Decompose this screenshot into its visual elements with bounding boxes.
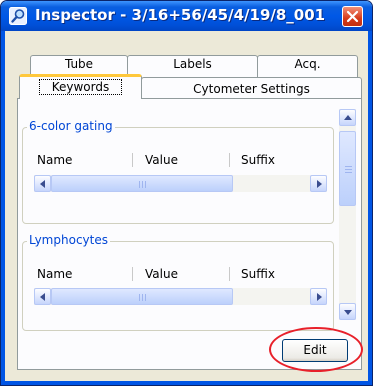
horizontal-scrollbar[interactable] <box>34 288 327 305</box>
arrow-left-icon <box>40 180 45 188</box>
column-divider <box>132 267 133 281</box>
tab-label: Labels <box>173 57 212 71</box>
grip <box>345 169 352 170</box>
column-header-value: Value <box>145 267 178 281</box>
arrow-right-icon <box>317 293 322 301</box>
grip <box>145 294 146 301</box>
column-header-name: Name <box>37 267 73 281</box>
tab-cytometer-settings[interactable]: Cytometer Settings <box>141 77 362 99</box>
title-bar[interactable]: Inspector - 3/16+56/45/4/19/8_001 <box>1 1 372 31</box>
column-header-suffix: Suffix <box>241 267 275 281</box>
tab-label: Cytometer Settings <box>193 82 310 96</box>
arrow-right-icon <box>317 180 322 188</box>
group-6-color-gating: 6-color gating Name Value Suffix <box>22 119 334 224</box>
horizontal-scrollbar[interactable] <box>34 175 327 192</box>
column-divider <box>229 153 230 167</box>
column-header-name: Name <box>37 153 73 167</box>
tab-label: Keywords <box>38 79 123 95</box>
scroll-left-button[interactable] <box>34 175 51 192</box>
group-lymphocytes: Lymphocytes Name Value Suffix <box>22 233 334 331</box>
close-button[interactable] <box>342 6 363 27</box>
magnifier-icon <box>9 7 27 25</box>
grip <box>139 294 140 301</box>
window-border-bottom <box>1 381 372 385</box>
vertical-scrollbar[interactable] <box>339 109 356 320</box>
column-header-suffix: Suffix <box>241 153 275 167</box>
scroll-left-button[interactable] <box>34 288 51 305</box>
scroll-right-button[interactable] <box>310 175 327 192</box>
scroll-thumb[interactable] <box>339 131 356 206</box>
inspector-window: Inspector - 3/16+56/45/4/19/8_001 Tube L… <box>0 0 373 386</box>
grip <box>345 172 352 173</box>
arrow-up-icon <box>344 115 352 120</box>
window-title: Inspector - 3/16+56/45/4/19/8_001 <box>35 6 326 24</box>
column-divider <box>132 153 133 167</box>
scroll-thumb[interactable] <box>51 288 233 305</box>
scroll-thumb[interactable] <box>51 175 233 192</box>
tab-label: Acq. <box>294 57 321 71</box>
grip <box>145 181 146 188</box>
scroll-up-button[interactable] <box>339 109 356 126</box>
grip <box>139 181 140 188</box>
grip <box>142 294 143 301</box>
grip <box>345 166 352 167</box>
window-border-right <box>368 31 372 385</box>
column-divider <box>229 267 230 281</box>
window-border-left <box>1 31 5 385</box>
tab-label: Tube <box>64 57 94 71</box>
tab-keywords[interactable]: Keywords <box>19 74 142 99</box>
scroll-down-button[interactable] <box>339 303 356 320</box>
highlight-ring <box>269 327 363 372</box>
arrow-left-icon <box>40 293 45 301</box>
tab-labels[interactable]: Labels <box>127 55 258 77</box>
group-title: 6-color gating <box>27 119 115 133</box>
scroll-right-button[interactable] <box>310 288 327 305</box>
close-icon <box>346 10 359 23</box>
arrow-down-icon <box>344 310 352 315</box>
grip <box>142 181 143 188</box>
group-title: Lymphocytes <box>27 233 110 247</box>
column-header-value: Value <box>145 153 178 167</box>
tab-acq[interactable]: Acq. <box>257 55 358 77</box>
